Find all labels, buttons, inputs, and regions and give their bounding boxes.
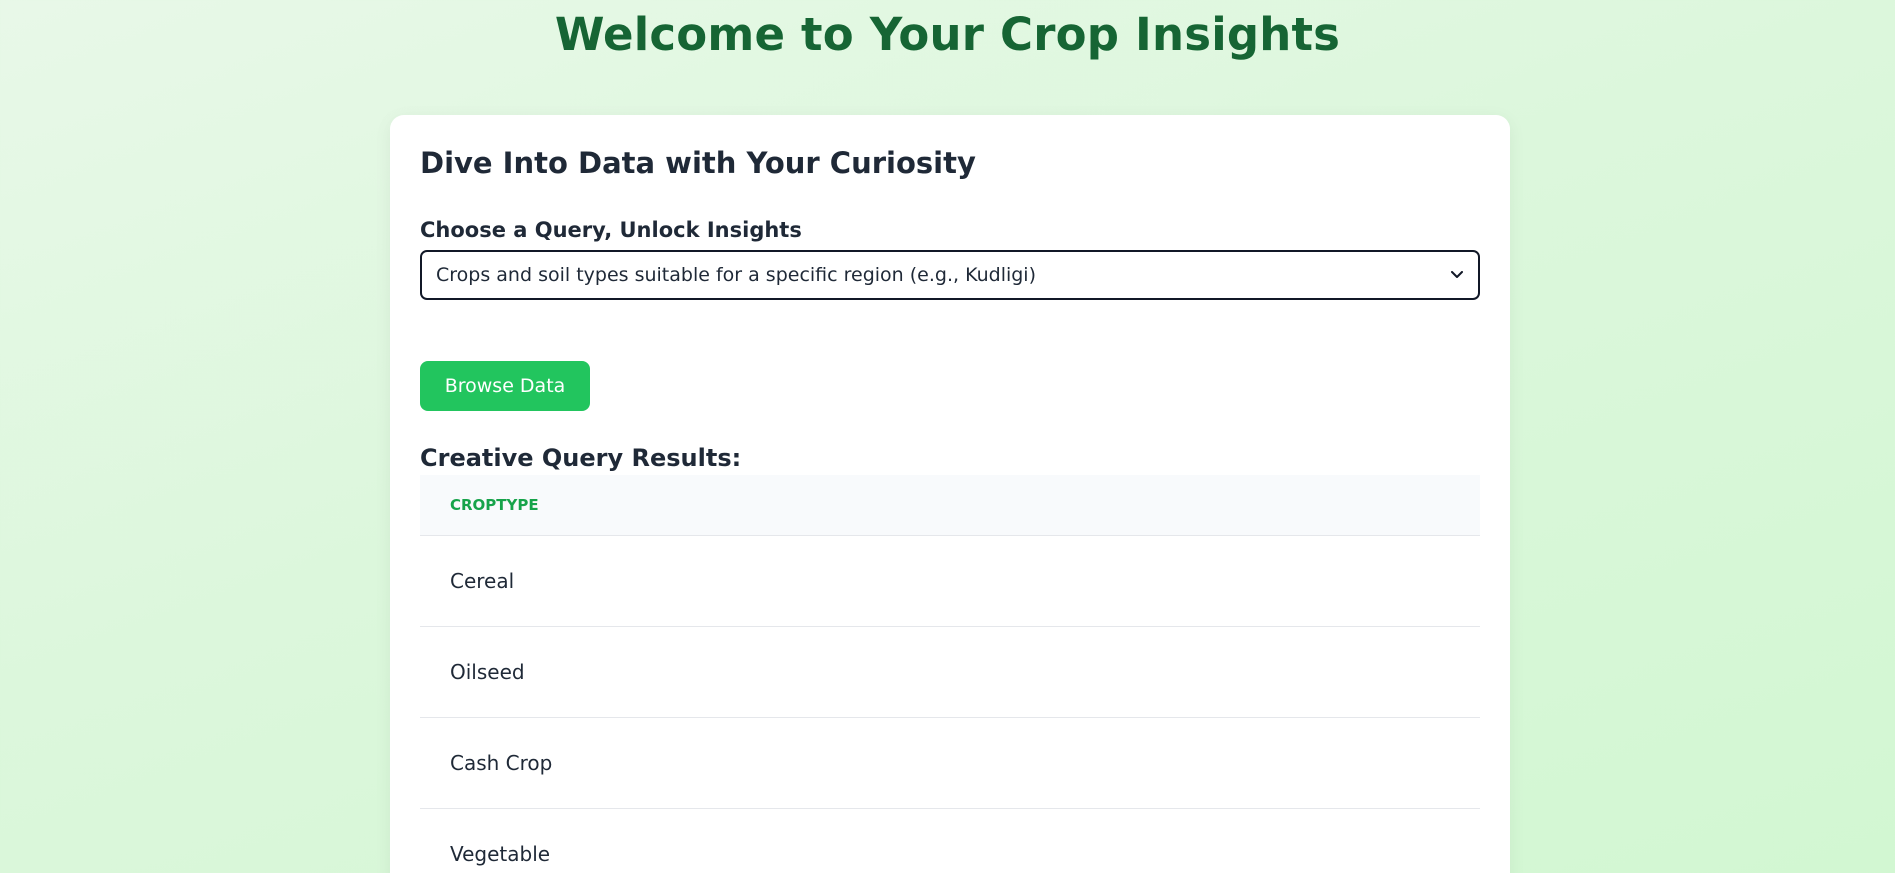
table-cell-croptype: Cash Crop [420, 717, 1480, 809]
column-header-croptype[interactable]: CROPTYPE [420, 475, 1480, 536]
table-row: Cereal [420, 535, 1480, 627]
results-table: CROPTYPE Cereal Oilseed Cash Crop Vegeta… [420, 475, 1480, 873]
query-select-label: Choose a Query, Unlock Insights [420, 218, 802, 242]
table-row: Vegetable [420, 808, 1480, 873]
query-card: Dive Into Data with Your Curiosity Choos… [390, 115, 1510, 873]
table-cell-croptype: Cereal [420, 535, 1480, 627]
browse-data-button[interactable]: Browse Data [420, 361, 590, 411]
chevron-down-icon [1450, 268, 1464, 282]
results-heading: Creative Query Results: [420, 444, 742, 472]
query-select[interactable]: Crops and soil types suitable for a spec… [420, 250, 1480, 300]
table-cell-croptype: Oilseed [420, 626, 1480, 718]
table-row: Oilseed [420, 626, 1480, 718]
table-cell-croptype: Vegetable [420, 808, 1480, 873]
query-select-value: Crops and soil types suitable for a spec… [436, 264, 1037, 286]
page-title: Welcome to Your Crop Insights [554, 8, 1341, 61]
table-row: Cash Crop [420, 717, 1480, 809]
card-heading: Dive Into Data with Your Curiosity [420, 146, 976, 180]
table-header-row: CROPTYPE [420, 475, 1480, 536]
